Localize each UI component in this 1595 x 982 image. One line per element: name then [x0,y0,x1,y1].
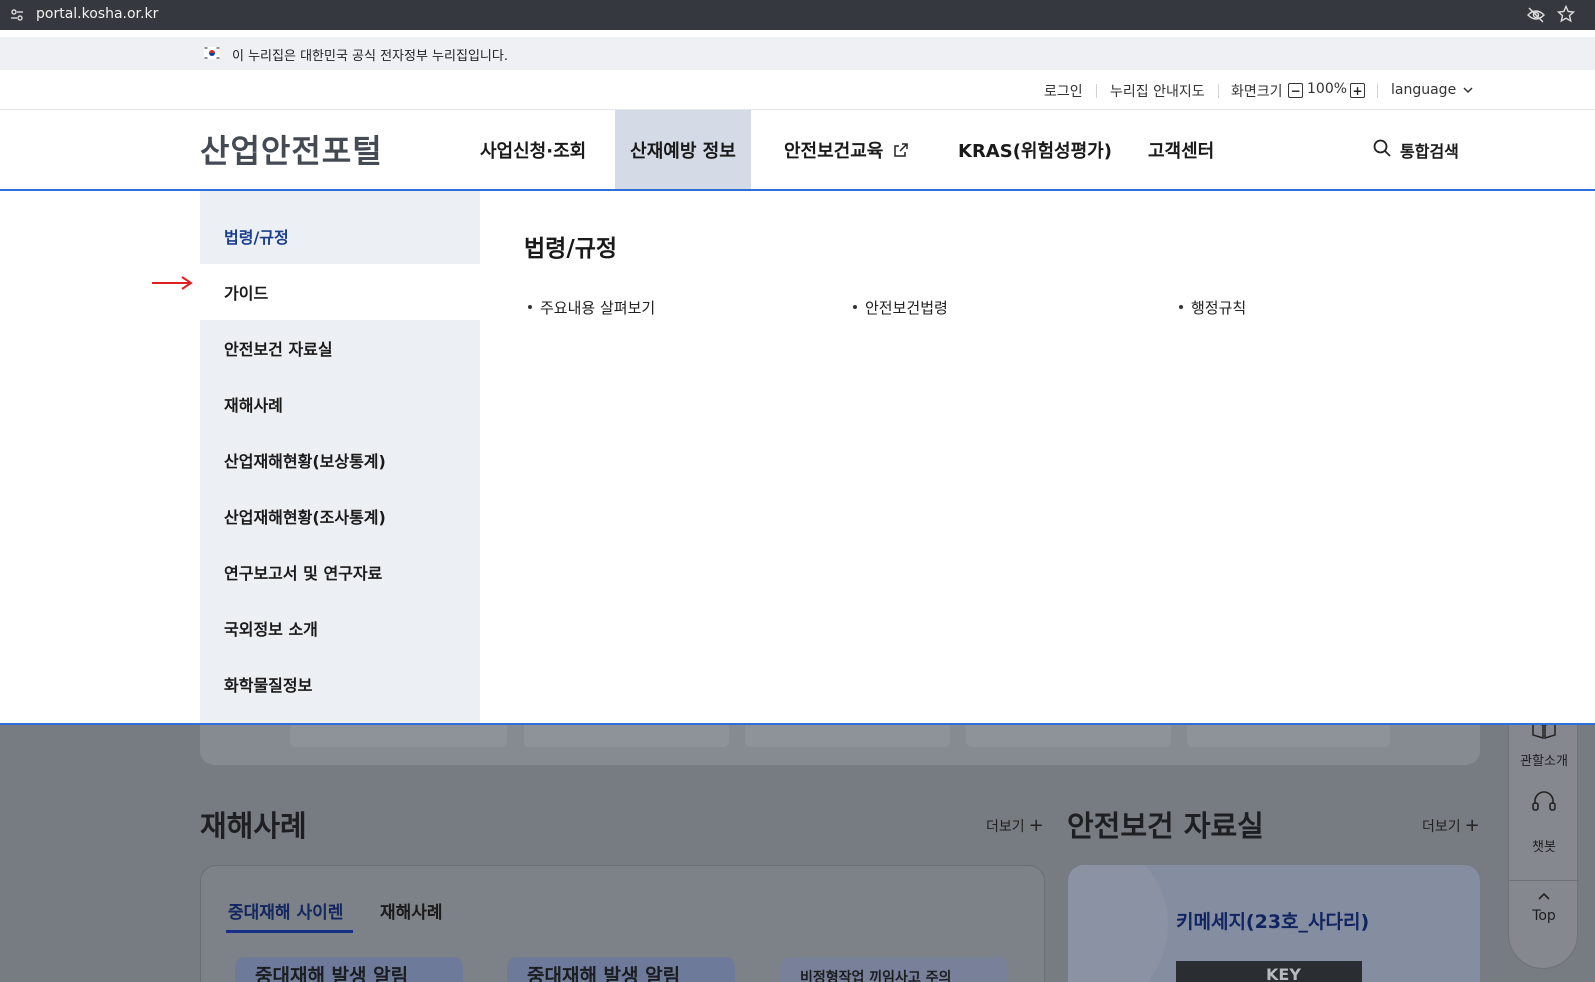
zoom-out-button[interactable]: − [1288,83,1303,98]
site-settings-icon[interactable] [10,8,24,22]
nav-item-kras[interactable]: KRAS(위험성평가) [958,110,1112,189]
quick-menu-card [1187,725,1390,747]
nav-item-customer-center[interactable]: 고객센터 [1148,110,1214,189]
tab-accident-cases[interactable]: 재해사례 [380,898,443,923]
submenu-item-guide[interactable]: 가이드 [200,264,480,320]
panel-title: 법령/규정 [524,236,618,262]
quick-menu-card [290,725,507,747]
section-title-data-room: 안전보건 자료실 [1067,809,1264,843]
more-link-left[interactable]: 더보기 + [986,815,1044,836]
submenu-column: 법령/규정 가이드 안전보건 자료실 재해사례 산업재해현황(보상통계) 산업재… [200,191,480,723]
section-title-accident-cases: 재해사례 [200,809,307,843]
panel-link-overview[interactable]: 주요내용 살펴보기 [528,297,655,318]
browser-address-bar: portal.kosha.or.kr [0,0,1595,30]
submenu-item-stats-compensation[interactable]: 산업재해현황(보상통계) [200,432,480,488]
gov-banner-text: 이 누리집은 대한민국 공식 전자정부 누리집입니다. [232,49,508,64]
url-text[interactable]: portal.kosha.or.kr [36,6,158,22]
submenu-item-accident-cases[interactable]: 재해사례 [200,376,480,432]
zoom-label: 화면크기 [1231,84,1283,100]
decorative-shape [1068,865,1168,982]
nav-label: 안전보건교육 [784,140,884,162]
nav-item-business[interactable]: 사업신청·조회 [480,110,586,189]
divider [1377,84,1378,98]
submenu-item-foreign-info[interactable]: 국외정보 소개 [200,600,480,656]
divider [1096,84,1097,98]
floating-quick-menu: 관할소개 챗봇 Top [1508,725,1579,969]
zoom-in-button[interactable]: + [1350,83,1365,98]
plus-icon: + [1028,815,1044,836]
more-link-right[interactable]: 더보기 + [1422,815,1480,836]
submenu-item-data-room[interactable]: 안전보건 자료실 [200,320,480,376]
dimmed-page-background: 재해사례 더보기 + 안전보건 자료실 더보기 + 중대재해 사이렌 재해사례 중대… [0,725,1595,982]
data-room-card: 키메세지(23호_사다리) KEY [1068,865,1480,982]
data-room-item-title[interactable]: 키메세지(23호_사다리) [1176,907,1369,934]
thumbnail-text: 중대재해 발생 알림 [255,965,409,982]
utility-bar: 로그인 누리집 안내지도 화면크기 − 100% + language [0,70,1595,110]
mega-menu-dropdown: 법령/규정 가이드 안전보건 자료실 재해사례 산업재해현황(보상통계) 산업재… [0,191,1595,725]
nav-item-prevention-info[interactable]: 산재예방 정보 [615,110,751,189]
red-arrow-annotation-icon [152,276,193,290]
case-thumbnail[interactable]: 중대재해 발생 알림 [507,957,735,982]
scroll-top-button[interactable]: Top [1509,908,1579,924]
nav-label: KRAS(위험성평가) [958,140,1112,162]
chevron-down-icon [1463,87,1473,94]
korea-flag-icon [203,46,221,60]
headset-icon [1532,791,1556,811]
case-thumbnail[interactable]: 중대재해 발생 알림 [235,957,463,982]
thumbnail-text: KEY [1266,965,1301,982]
case-thumbnail[interactable]: 비정형작업 끼임사고 주의 [780,957,1008,982]
thumbnail-text: 비정형작업 끼임사고 주의 [800,970,952,982]
nav-label: 사업신청·조회 [480,140,587,162]
quick-menu-card [745,725,950,747]
divider [1218,84,1219,98]
chevron-up-icon [1538,892,1550,900]
bookmark-star-icon[interactable] [1557,5,1575,23]
login-link[interactable]: 로그인 [1044,81,1083,101]
site-logo[interactable]: 산업안전포털 [200,126,383,172]
nav-label: 고객센터 [1148,140,1215,162]
thumbnail-text: 중대재해 발생 알림 [527,965,681,982]
float-item-jurisdiction[interactable]: 관할소개 [1509,750,1579,769]
panel-link-safety-law[interactable]: 안전보건법령 [853,297,948,318]
more-label: 더보기 [1422,819,1461,835]
submenu-item-stats-survey[interactable]: 산업재해현황(조사통계) [200,488,480,544]
divider [1509,880,1579,881]
language-selector[interactable]: language [1391,82,1456,98]
eye-off-icon[interactable] [1527,6,1545,24]
panel-link-admin-rules[interactable]: 행정규칙 [1179,297,1246,318]
quick-menu-card [966,725,1171,747]
submenu-item-chemical-info[interactable]: 화학물질정보 [200,656,480,712]
submenu-item-research[interactable]: 연구보고서 및 연구자료 [200,544,480,600]
external-link-icon [894,142,909,157]
panel-link-label: 행정규칙 [1191,299,1247,317]
active-tab-indicator [226,930,353,933]
sitemap-link[interactable]: 누리집 안내지도 [1110,81,1205,101]
nav-label: 산재예방 정보 [630,140,736,162]
bullet-icon [528,304,532,309]
plus-icon: + [1464,815,1480,836]
nav-item-education[interactable]: 안전보건교육 [784,110,909,189]
tab-serious-accident-siren[interactable]: 중대재해 사이렌 [228,898,343,923]
integrated-search-button[interactable]: 통합검색 [1400,138,1459,162]
main-navigation: 산업안전포털 사업신청·조회 산재예방 정보 안전보건교육 KRAS(위험성평가… [0,110,1595,191]
bullet-icon [853,304,857,309]
bullet-icon [1179,304,1183,309]
zoom-value: 100% [1307,81,1348,97]
book-icon [1532,725,1556,740]
quick-menu-card [524,725,729,747]
panel-link-label: 안전보건법령 [865,299,948,317]
float-item-chatbot[interactable]: 챗봇 [1509,836,1579,855]
submenu-item-laws[interactable]: 법령/규정 [200,208,480,264]
more-label: 더보기 [986,819,1025,835]
data-room-thumbnail[interactable]: KEY [1176,961,1362,982]
panel-link-label: 주요내용 살펴보기 [540,299,656,317]
search-icon[interactable] [1373,139,1391,157]
gov-banner: 이 누리집은 대한민국 공식 전자정부 누리집입니다. [0,37,1595,70]
